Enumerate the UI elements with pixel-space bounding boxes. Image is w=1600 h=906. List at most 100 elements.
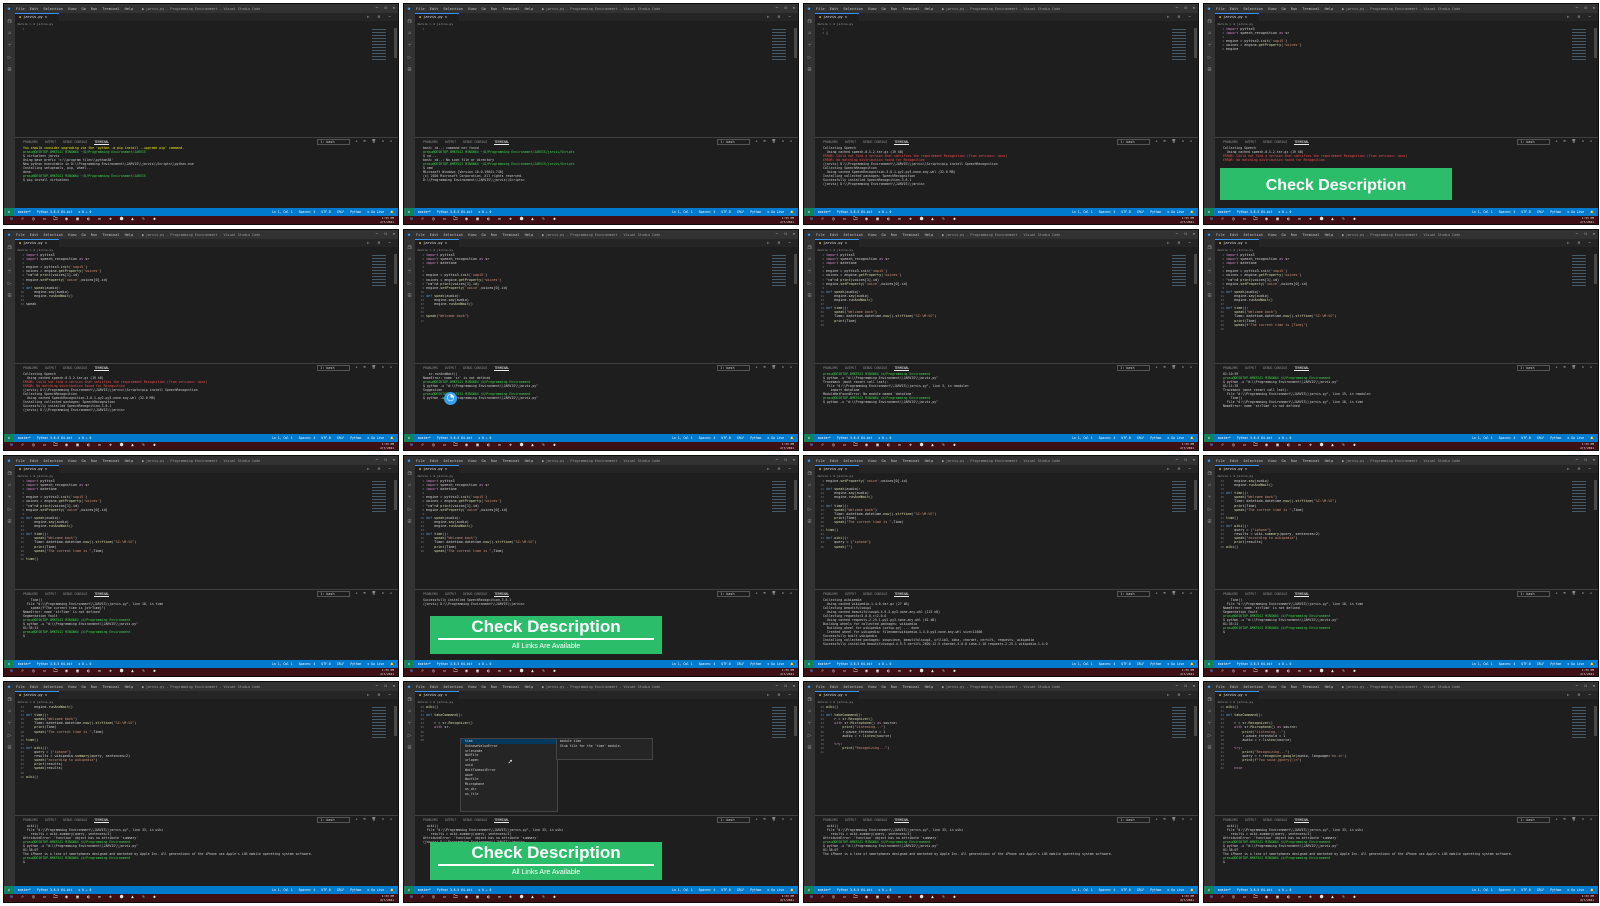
search-icon[interactable]: ⌕ [6, 256, 13, 263]
maximize-button[interactable]: ❐ [784, 683, 786, 688]
panel-tab-output[interactable]: OUTPUT [1245, 818, 1256, 823]
panel-tab-problems[interactable]: PROBLEMS [23, 140, 38, 145]
go-live-button[interactable]: ☺ Go Live [767, 888, 784, 892]
notepad-icon[interactable]: ✎ [940, 895, 947, 901]
maximize-button[interactable]: ❐ [384, 231, 386, 236]
menu-item[interactable]: View [68, 685, 77, 689]
menu-item[interactable]: Edit [830, 459, 839, 463]
close-window-button[interactable]: ✕ [1193, 5, 1195, 10]
panel-tab-problems[interactable]: PROBLEMS [423, 366, 438, 371]
go-live-button[interactable]: ☺ Go Live [767, 210, 784, 214]
node-icon[interactable]: ⬢ [918, 895, 925, 901]
menu-item[interactable]: Edit [30, 685, 39, 689]
eol-status[interactable]: CRLF [737, 888, 744, 892]
maximize-button[interactable]: ❐ [784, 231, 786, 236]
eol-status[interactable]: CRLF [1537, 210, 1544, 214]
code-lines[interactable]: engine.setProperty('voice',voices[0].id)… [826, 479, 936, 549]
start-windows-icon[interactable]: ⊞ [8, 217, 15, 223]
panel-tab-output[interactable]: OUTPUT [45, 592, 56, 597]
editor-actions[interactable]: ▷ ⊟ ⋯ [367, 466, 394, 471]
code-editor[interactable]: 12 13 14 15 16 17 18 19 20 21 22 23 24 25 26 27 28 29 eng… [15, 705, 392, 816]
go-live-button[interactable]: ☺ Go Live [1567, 210, 1584, 214]
explorer-icon[interactable]: ❐ [406, 470, 413, 477]
mail-icon[interactable]: ✉ [896, 669, 903, 675]
run-debug-icon[interactable]: ▷ [406, 280, 413, 287]
trash-icon[interactable]: 🗑 [372, 365, 376, 371]
source-control-icon[interactable]: ⑂ [6, 720, 13, 727]
menu-item[interactable]: Selection [1243, 7, 1262, 11]
menu-item[interactable]: Terminal [1302, 685, 1319, 689]
close-window-button[interactable]: ✕ [393, 231, 395, 236]
menu-item[interactable]: Terminal [102, 7, 119, 11]
panel-tab-problems[interactable]: PROBLEMS [423, 818, 438, 823]
file-explorer-icon[interactable]: 🗀 [1252, 669, 1259, 675]
search-icon[interactable]: ⌕ [819, 669, 826, 675]
source-control-icon[interactable]: ⑂ [1206, 268, 1213, 275]
explorer-icon[interactable]: ❐ [806, 244, 813, 251]
close-window-button[interactable]: ✕ [1193, 683, 1195, 688]
node-icon[interactable]: ⬢ [918, 443, 925, 449]
code-editor[interactable]: 12 | [815, 27, 1192, 138]
minimap[interactable] [372, 255, 386, 287]
go-live-button[interactable]: ☺ Go Live [1167, 888, 1184, 892]
system-clock[interactable]: 1:33 PM 2/7/2021 [780, 894, 794, 902]
problems-status[interactable]: ⊗ 0 ⚠ 0 [1278, 888, 1291, 892]
terminal-output[interactable]: wiki() File "d:\\Programming Environment… [423, 824, 786, 844]
search-icon[interactable]: ⌕ [1206, 256, 1213, 263]
code-lines[interactable]: | [826, 27, 828, 35]
terminal-select[interactable]: 1: bash [317, 139, 350, 145]
close-window-button[interactable]: ✕ [1193, 457, 1195, 462]
code-lines[interactable]: import pyttsx3 import speech_recognition … [1226, 27, 1302, 52]
system-clock[interactable]: 1:33 PM 2/7/2021 [380, 894, 394, 902]
minimap[interactable] [1572, 481, 1586, 513]
menu-item[interactable]: File [416, 685, 425, 689]
app-icon[interactable]: ❖ [107, 217, 114, 223]
go-live-button[interactable]: ☺ Go Live [367, 436, 384, 440]
vlc-icon[interactable]: ▲ [1329, 669, 1336, 675]
git-branch-status[interactable]: master* [418, 436, 431, 440]
minimap[interactable] [1572, 707, 1586, 739]
panel-tab-output[interactable]: OUTPUT [45, 140, 56, 145]
menu-item[interactable]: Run [891, 685, 898, 689]
language-mode-status[interactable]: Python [1550, 210, 1561, 214]
chrome-icon[interactable]: ◉ [63, 443, 70, 449]
close-panel-icon[interactable]: ✕ [390, 817, 392, 823]
vscode-taskbar-icon[interactable]: ◆ [1351, 669, 1358, 675]
search-icon[interactable]: ⌕ [419, 217, 426, 223]
close-panel-icon[interactable]: ✕ [390, 139, 392, 145]
maximize-button[interactable]: ❐ [384, 683, 386, 688]
vscode-taskbar-icon[interactable]: ◆ [151, 217, 158, 223]
panel-tab-output[interactable]: OUTPUT [845, 592, 856, 597]
new-terminal-icon[interactable]: + [356, 591, 358, 597]
vlc-icon[interactable]: ▲ [129, 669, 136, 675]
problems-status[interactable]: ⊗ 0 ⚠ 0 [878, 888, 891, 892]
tab-close-icon[interactable]: × [1245, 693, 1247, 697]
notepad-icon[interactable]: ✎ [540, 669, 547, 675]
editor-scrollbar[interactable] [1194, 254, 1197, 284]
system-clock[interactable]: 1:33 PM 2/7/2021 [1180, 668, 1194, 676]
file-explorer-icon[interactable]: 🗀 [1252, 217, 1259, 223]
cortana-icon[interactable]: ◎ [830, 217, 837, 223]
edge-icon[interactable]: ◐ [485, 443, 492, 449]
menu-item[interactable]: View [68, 7, 77, 11]
panel-tab-output[interactable]: OUTPUT [445, 818, 456, 823]
eol-status[interactable]: CRLF [737, 436, 744, 440]
system-clock[interactable]: 1:33 PM 2/7/2021 [1180, 442, 1194, 450]
terminal-output[interactable]: prasu@DESKTOP-0MKT0J2 MINGW64 /d/Program… [823, 372, 1186, 404]
python-interpreter-status[interactable]: Python 3.8.5 64-bit [437, 436, 472, 440]
minimap[interactable] [1172, 707, 1186, 739]
extensions-icon[interactable]: ⊞ [1206, 66, 1213, 73]
menu-item[interactable]: Run [91, 7, 98, 11]
eol-status[interactable]: CRLF [737, 662, 744, 666]
search-icon[interactable]: ⌕ [406, 482, 413, 489]
remote-indicator[interactable]: ⊗ [1204, 660, 1214, 668]
close-window-button[interactable]: ✕ [1193, 231, 1195, 236]
terminal-output[interactable]: Collecting Speech Using cached speech-0.… [23, 372, 386, 412]
system-clock[interactable]: 1:33 PM 2/7/2021 [380, 668, 394, 676]
split-terminal-icon[interactable]: ⊟ [364, 365, 366, 371]
vlc-icon[interactable]: ▲ [1329, 217, 1336, 223]
notifications-bell-icon[interactable]: 🔔 [1190, 888, 1194, 892]
chrome-icon[interactable]: ◉ [463, 669, 470, 675]
panel-tab-terminal[interactable]: TERMINAL [94, 592, 110, 597]
split-terminal-icon[interactable]: ⊟ [1164, 817, 1166, 823]
